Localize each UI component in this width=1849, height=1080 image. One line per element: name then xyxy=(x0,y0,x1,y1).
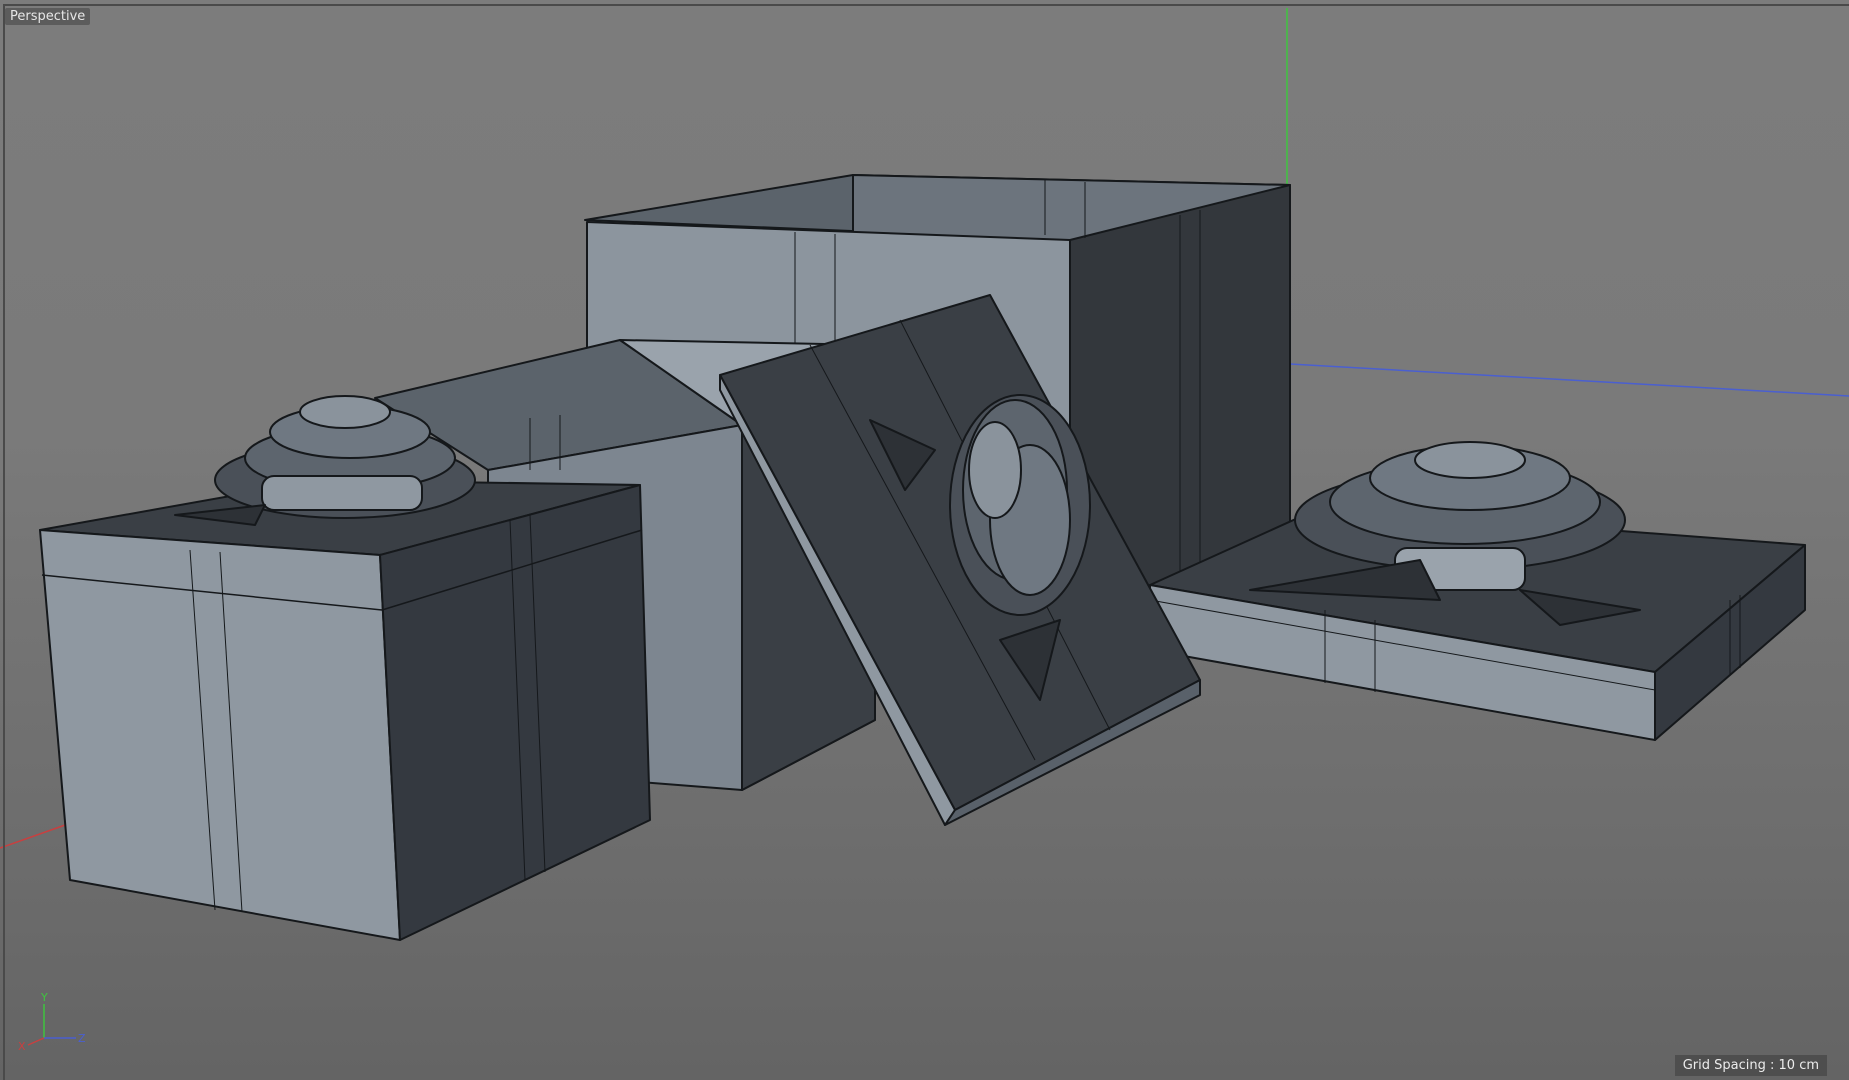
world-z-axis xyxy=(1289,363,1849,397)
3d-scene[interactable] xyxy=(0,0,1849,1080)
perspective-viewport[interactable]: Perspective Y Z X Grid Spacing : 10 cm xyxy=(0,0,1849,1080)
view-name-label[interactable]: Perspective xyxy=(5,8,91,25)
axis-x-label: X xyxy=(18,1040,26,1050)
world-x-axis xyxy=(0,823,69,849)
axis-z-label: Z xyxy=(78,1032,86,1045)
axis-y-label: Y xyxy=(40,991,48,1004)
grid-spacing-readout: Grid Spacing : 10 cm xyxy=(1674,1055,1827,1076)
axis-gizmo: Y Z X xyxy=(18,991,86,1050)
